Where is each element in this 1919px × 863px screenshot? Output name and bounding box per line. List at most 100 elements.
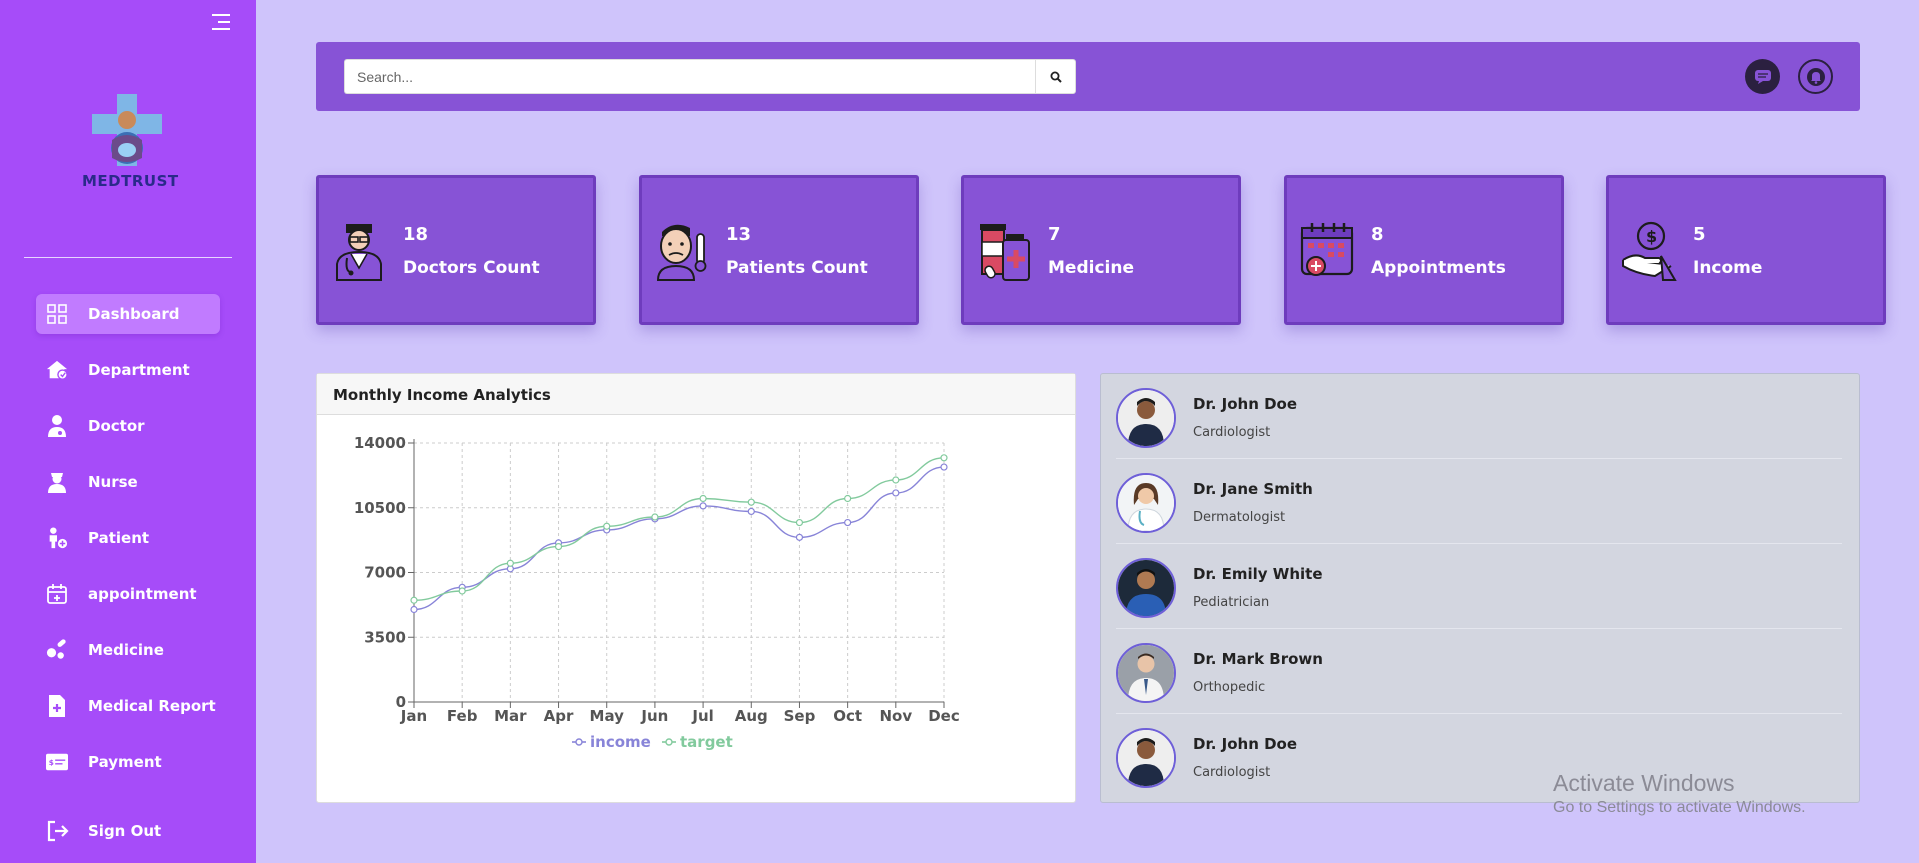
stat-value: 18 <box>403 224 429 245</box>
medicine-bottles-icon <box>980 224 1030 281</box>
doctor-name: Dr. Jane Smith <box>1193 480 1313 498</box>
message-icon <box>1754 69 1771 84</box>
nurse-icon <box>46 471 68 493</box>
sidebar-item-payment[interactable]: $ Payment <box>36 742 220 782</box>
sign-out-button[interactable]: Sign Out <box>46 820 161 842</box>
sidebar-item-label: Nurse <box>88 473 138 491</box>
doctor-name: Dr. Mark Brown <box>1193 650 1323 668</box>
windows-activation-watermark: Activate Windows Go to Settings to activ… <box>1553 770 1806 817</box>
hospital-icon <box>46 359 68 381</box>
money-check-icon: $ <box>46 751 68 773</box>
legend-label: income <box>590 733 651 751</box>
logo-text: MEDTRUST <box>82 172 179 190</box>
x-tick-label: Oct <box>833 707 862 725</box>
x-tick-label: Jan <box>400 707 427 725</box>
data-point-income <box>699 502 707 510</box>
data-point-income <box>795 533 804 541</box>
sidebar-item-patient[interactable]: Patient <box>36 518 220 558</box>
series-line-target <box>413 457 945 601</box>
doctor-name: Dr. John Doe <box>1193 395 1298 413</box>
sidebar-item-department[interactable]: Department <box>36 350 220 390</box>
sidebar-item-label: Doctor <box>88 417 145 435</box>
sick-patient-icon <box>656 224 707 281</box>
notifications-button[interactable] <box>1798 59 1833 94</box>
sidebar-item-label: Department <box>88 361 190 379</box>
svg-text:$: $ <box>1646 227 1657 246</box>
doctor-specialty: Pediatrician <box>1193 595 1270 610</box>
doctor-avatar <box>1116 558 1176 618</box>
x-tick-label: Apr <box>544 707 574 725</box>
doctor-name: Dr. Emily White <box>1193 565 1323 583</box>
sidebar-item-doctor[interactable]: Doctor <box>36 406 220 446</box>
doctor-name: Dr. John Doe <box>1193 735 1298 753</box>
calendar-icon <box>1300 223 1354 276</box>
chart-title: Monthly Income Analytics <box>317 374 1075 415</box>
stat-card-appointments[interactable]: 8 Appointments <box>1284 175 1564 325</box>
doctor-specialty: Dermatologist <box>1193 510 1286 525</box>
stat-card-doctors[interactable]: 18 Doctors Count <box>316 175 596 325</box>
x-tick-label: Dec <box>928 707 960 725</box>
doctor-specialty: Orthopedic <box>1193 680 1266 695</box>
data-point-income <box>410 605 418 614</box>
x-tick-label: Mar <box>494 707 527 725</box>
hamburger-menu-icon[interactable] <box>210 14 230 32</box>
data-point-target <box>699 494 707 503</box>
doctor-list-item[interactable]: Dr. Mark Brown Orthopedic <box>1116 629 1842 714</box>
sidebar-item-label: Medical Report <box>88 697 216 715</box>
messages-button[interactable] <box>1745 59 1780 94</box>
search-input[interactable] <box>344 59 1035 94</box>
sidebar-item-label: Dashboard <box>88 305 180 323</box>
doctor-avatar <box>1116 388 1176 448</box>
x-tick-label: Sep <box>784 707 816 725</box>
data-point-target <box>554 543 563 551</box>
doctor-avatar-icon <box>336 224 382 281</box>
data-point-target <box>651 513 659 521</box>
sidebar: MEDTRUST Dashboard Department Doctor Nur… <box>0 0 256 863</box>
watermark-subtitle: Go to Settings to activate Windows. <box>1553 799 1806 816</box>
medtrust-logo[interactable]: MEDTRUST <box>82 92 179 192</box>
legend-marker-dot <box>665 738 673 746</box>
stat-label: Appointments <box>1371 258 1506 278</box>
sidebar-item-label: Patient <box>88 529 150 547</box>
sidebar-item-nurse[interactable]: Nurse <box>36 462 220 502</box>
stat-value: 13 <box>726 224 752 245</box>
data-point-target <box>747 498 755 506</box>
doctor-avatar <box>1116 473 1176 533</box>
legend-label: target <box>680 733 733 751</box>
x-tick-label: May <box>590 707 625 725</box>
search-icon <box>1050 71 1062 83</box>
data-point-income <box>892 489 900 497</box>
stat-label: Medicine <box>1048 258 1134 278</box>
doctor-list-item[interactable]: Dr. Emily White Pediatrician <box>1116 544 1842 629</box>
sign-out-icon <box>46 820 70 842</box>
stat-card-medicine[interactable]: 7 Medicine <box>961 175 1241 325</box>
data-point-target <box>892 476 900 484</box>
x-tick-label: Feb <box>447 707 478 725</box>
medical-cross-logo-icon <box>92 94 162 166</box>
sidebar-item-medical-report[interactable]: Medical Report <box>36 686 220 726</box>
data-point-income <box>747 507 755 516</box>
hand-coin-icon: $ <box>1622 221 1677 281</box>
x-tick-label: Jun <box>640 707 668 725</box>
doctor-list-item[interactable]: Dr. John Doe Cardiologist <box>1116 374 1842 459</box>
stat-label: Doctors Count <box>403 258 540 278</box>
doctor-avatar <box>1116 728 1176 788</box>
doctor-list-panel: Dr. John Doe Cardiologist Dr. Jane Smith… <box>1100 373 1860 803</box>
sidebar-item-appointment[interactable]: appointment <box>36 574 220 614</box>
watermark-title: Activate Windows <box>1553 770 1735 796</box>
search-button[interactable] <box>1035 59 1076 94</box>
data-point-target <box>506 559 514 567</box>
grid-icon <box>46 303 68 325</box>
doctor-list-item[interactable]: Dr. Jane Smith Dermatologist <box>1116 459 1842 544</box>
sidebar-item-medicine[interactable]: Medicine <box>36 630 220 670</box>
sidebar-nav: Dashboard Department Doctor Nurse Patien… <box>36 294 220 798</box>
doctor-icon <box>46 415 68 437</box>
stat-label: Patients Count <box>726 258 868 278</box>
stat-value: 8 <box>1371 224 1384 245</box>
sidebar-divider <box>24 257 232 258</box>
stat-card-patients[interactable]: 13 Patients Count <box>639 175 919 325</box>
stat-card-income[interactable]: $ 5 Income <box>1606 175 1886 325</box>
sidebar-item-dashboard[interactable]: Dashboard <box>36 294 220 334</box>
doctor-avatar <box>1116 643 1176 703</box>
stat-value: 7 <box>1048 224 1061 245</box>
